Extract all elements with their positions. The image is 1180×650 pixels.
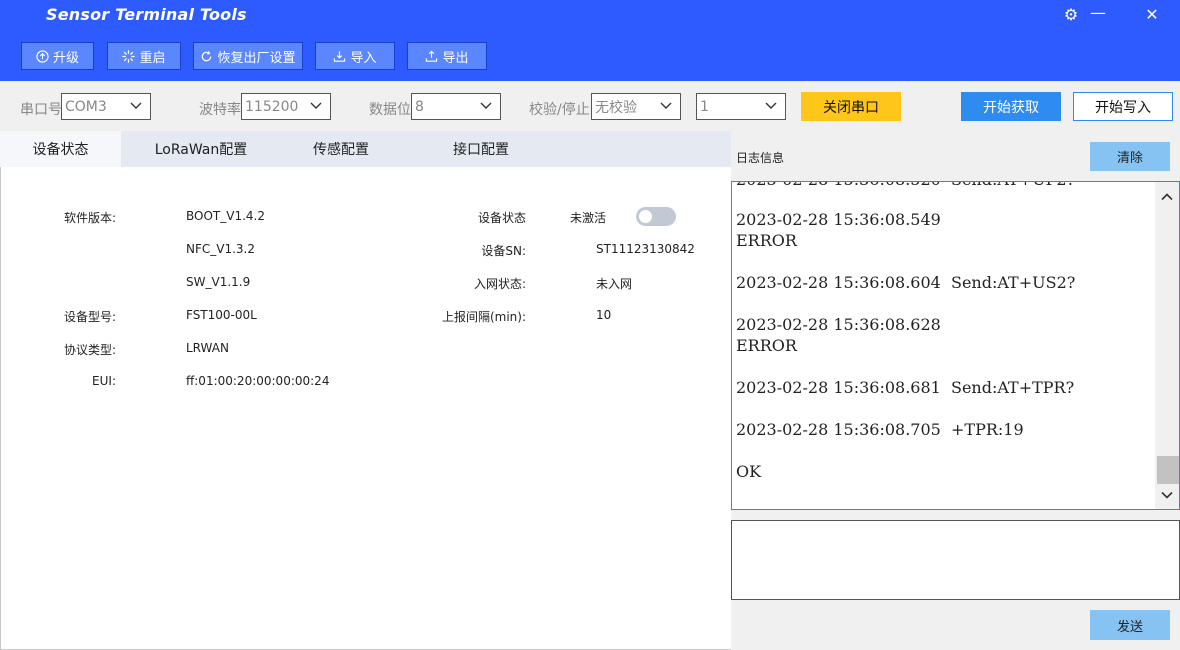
tab-interface-config[interactable]: 接口配置 (411, 131, 551, 167)
restart-label: 重启 (139, 50, 166, 66)
parity-label: 校验/停止 (529, 102, 590, 118)
factory-reset-label: 恢复出厂设置 (217, 50, 296, 66)
log-line: 2023-02-28 15:36:08.604 Send:AT+US2? (736, 273, 1076, 292)
chevron-down-icon (660, 102, 672, 109)
app-title: Sensor Terminal Tools (46, 5, 247, 24)
chevron-down-icon (130, 102, 142, 109)
device-sn-label: 设备SN: (481, 244, 526, 258)
tab-device-status[interactable]: 设备状态 (0, 131, 121, 167)
parity-value: 无校验 (595, 99, 637, 116)
scrollbar-thumb[interactable] (1157, 456, 1179, 484)
tab-lorawan-config[interactable]: LoRaWan配置 (131, 131, 271, 167)
tab-sensor-config[interactable]: 传感配置 (281, 131, 401, 167)
export-button[interactable]: 导出 (407, 42, 487, 70)
start-read-button[interactable]: 开始获取 (961, 92, 1061, 121)
log-line: ERROR (736, 231, 797, 250)
baud-value: 115200 (245, 98, 299, 115)
report-interval-value: 10 (596, 308, 612, 322)
databits-select[interactable]: 8 (411, 93, 501, 120)
log-title: 日志信息 (736, 151, 785, 165)
device-sn-value: ST11123130842 (596, 242, 695, 256)
tab-bar: 设备状态 LoRaWan配置 传感配置 接口配置 (0, 131, 731, 167)
log-line: 2023-02-28 15:36:08.705 +TPR:19 (736, 420, 1024, 439)
sw-version-value: SW_V1.1.9 (186, 275, 251, 289)
upload-tray-icon (426, 50, 438, 62)
send-input[interactable] (731, 520, 1180, 600)
close-icon[interactable]: ✕ (1141, 5, 1163, 25)
title-bar: Sensor Terminal Tools ⚙ — ✕ (0, 0, 1180, 31)
upgrade-label: 升级 (52, 50, 79, 66)
report-interval-label: 上报间隔(min): (441, 310, 526, 324)
factory-reset-button[interactable]: 恢复出厂设置 (193, 42, 303, 70)
device-status-value: 未激活 (570, 211, 607, 225)
log-output[interactable]: 2023-02-28 15:36:08.520 Send:AT+UP2? 202… (731, 181, 1180, 510)
baud-select[interactable]: 115200 (241, 93, 331, 120)
stopbits-select[interactable]: 1 (696, 93, 786, 120)
scroll-up-icon[interactable] (1159, 189, 1175, 205)
log-line: ERROR (736, 336, 797, 355)
import-label: 导入 (350, 50, 377, 66)
clear-log-button[interactable]: 清除 (1090, 142, 1170, 171)
eui-label: EUI: (92, 374, 116, 388)
parity-select[interactable]: 无校验 (591, 93, 681, 120)
network-status-value: 未入网 (596, 277, 633, 291)
boot-version-value: BOOT_V1.4.2 (186, 209, 265, 223)
close-port-button[interactable]: 关闭串口 (801, 92, 901, 121)
port-select[interactable]: COM3 (61, 93, 151, 120)
baud-label: 波特率 (199, 102, 241, 118)
toolbar: 升级 重启 恢复出厂设置 导入 导出 (0, 31, 1180, 81)
log-scrollbar[interactable] (1155, 182, 1179, 509)
chevron-down-icon (310, 102, 322, 109)
protocol-value: LRWAN (186, 341, 229, 355)
log-line: 2023-02-28 15:36:08.549 (736, 210, 941, 229)
gear-icon[interactable]: ⚙ (1060, 5, 1082, 25)
minimize-icon[interactable]: — (1087, 3, 1109, 23)
log-line: 2023-02-28 15:36:08.681 Send:AT+TPR? (736, 378, 1075, 397)
import-button[interactable]: 导入 (315, 42, 395, 70)
upgrade-button[interactable]: 升级 (21, 42, 94, 70)
device-status-label: 设备状态 (477, 211, 526, 225)
arrow-up-circle-icon (36, 49, 49, 63)
nfc-version-value: NFC_V1.3.2 (186, 242, 255, 256)
databits-label: 数据位 (369, 102, 411, 118)
export-label: 导出 (442, 50, 469, 66)
device-status-panel (0, 167, 731, 650)
software-version-label: 软件版本: (63, 211, 116, 225)
start-write-button[interactable]: 开始写入 (1073, 92, 1173, 121)
port-value: COM3 (65, 98, 107, 115)
restart-button[interactable]: 重启 (107, 42, 181, 70)
download-tray-icon (334, 50, 346, 62)
chevron-down-icon (765, 102, 777, 109)
loading-spinner-icon (122, 49, 136, 63)
toggle-knob (639, 210, 652, 223)
refresh-icon (202, 50, 212, 61)
model-label: 设备型号: (63, 310, 116, 324)
network-status-label: 入网状态: (473, 277, 526, 291)
databits-value: 8 (415, 98, 424, 115)
port-label: 串口号 (20, 102, 62, 118)
log-line: 2023-02-28 15:36:08.520 Send:AT+UP2? (736, 182, 1075, 189)
eui-value: ff:01:00:20:00:00:00:24 (186, 374, 330, 388)
send-button[interactable]: 发送 (1090, 610, 1170, 640)
log-line: 2023-02-28 15:36:08.628 (736, 315, 941, 334)
chevron-down-icon (480, 102, 492, 109)
log-line: OK (736, 462, 762, 481)
protocol-label: 协议类型: (63, 343, 116, 357)
scroll-down-icon[interactable] (1159, 487, 1175, 503)
activation-toggle[interactable] (636, 207, 676, 226)
stopbits-value: 1 (700, 98, 709, 115)
model-value: FST100-00L (186, 308, 257, 322)
